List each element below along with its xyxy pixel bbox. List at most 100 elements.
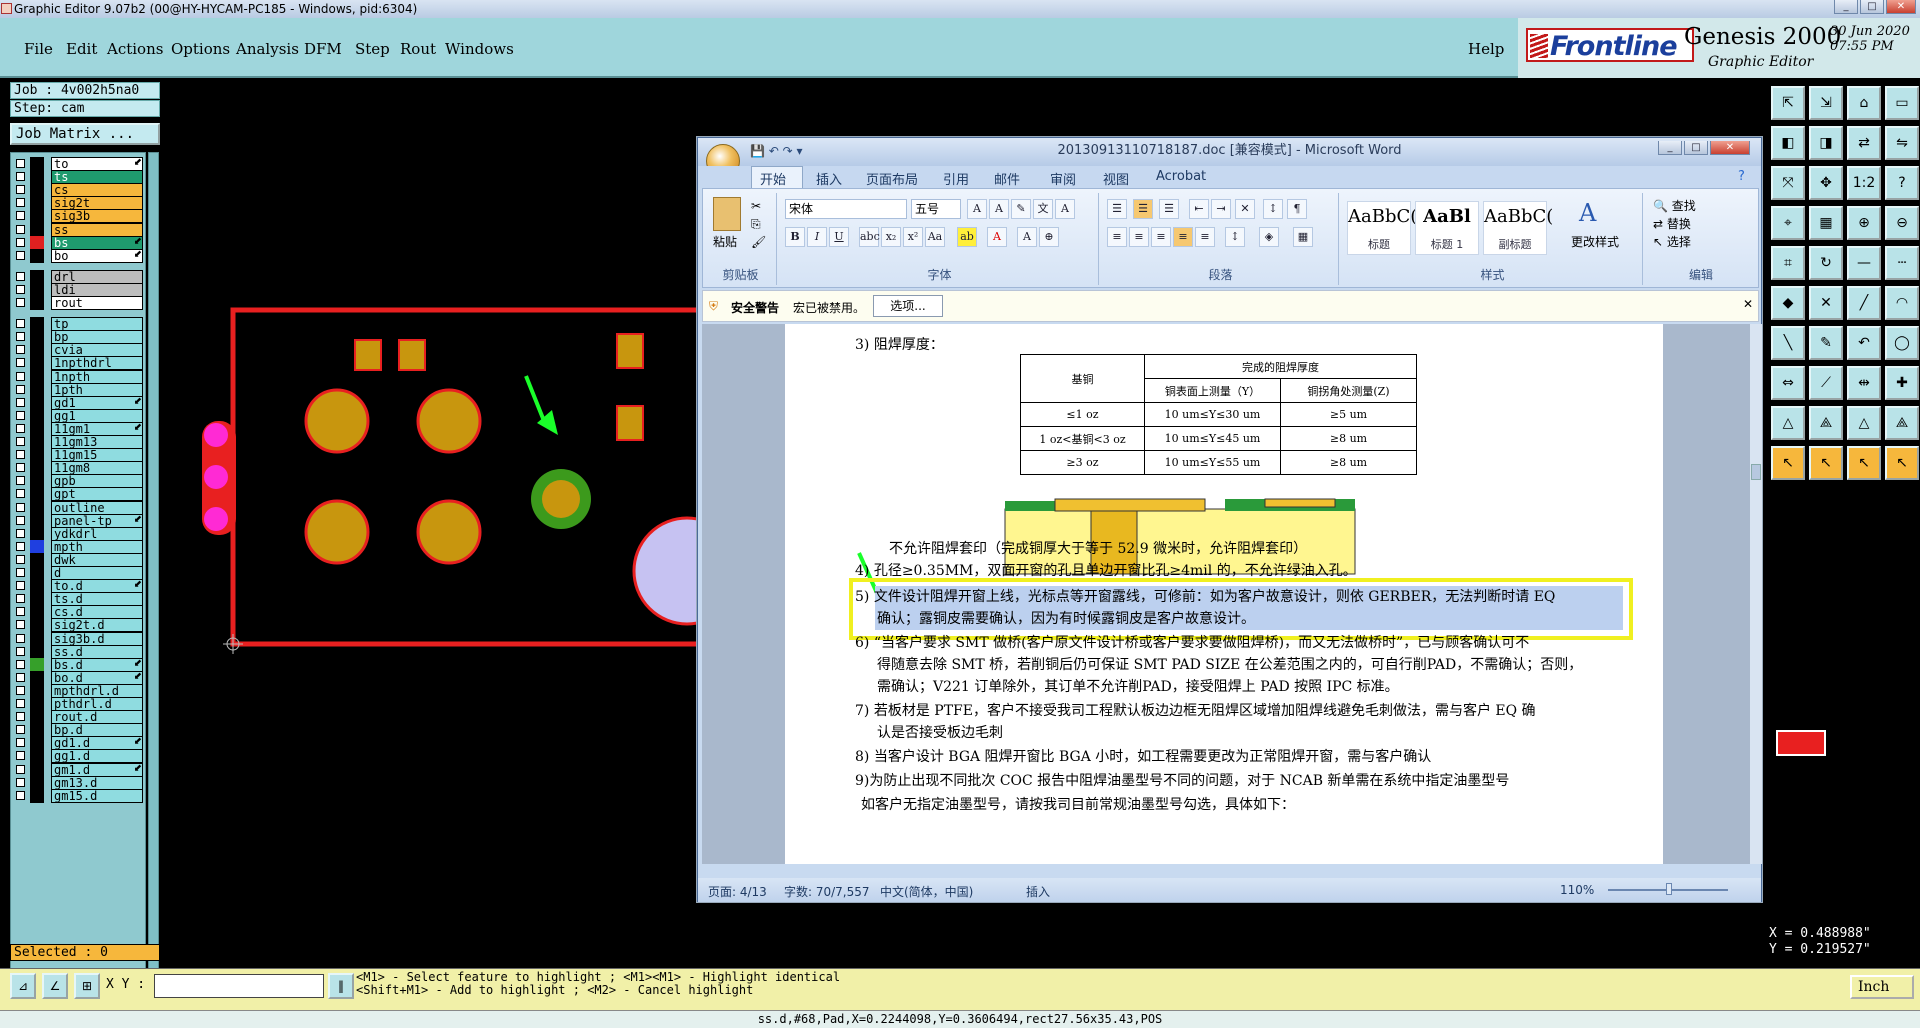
layer-name[interactable]: sig3b [51, 209, 143, 224]
layer-color-swatch[interactable] [30, 183, 44, 198]
arc-icon[interactable]: ◠ [1885, 286, 1919, 320]
layer-color-swatch[interactable] [30, 395, 44, 410]
find-button[interactable]: 🔍 查找 [1653, 197, 1696, 214]
rotate-icon[interactable]: ↻ [1809, 246, 1843, 280]
layer-checkbox[interactable] [16, 237, 25, 247]
layer-row[interactable]: mpthdrl.d [13, 683, 145, 698]
layer-row[interactable]: pthdrl.d [13, 697, 145, 711]
edit-line-icon[interactable]: ✎ [1809, 326, 1843, 360]
word-window[interactable]: 20130913110718187.doc [兼容模式] - Microsoft… [697, 137, 1762, 902]
layer-name[interactable]: sig2t.d [51, 618, 143, 633]
increase-indent-icon[interactable]: ⇥ [1211, 199, 1231, 219]
layer-color-swatch[interactable] [30, 343, 44, 358]
document-area[interactable]: 3) 阻焊厚度： 基铜 完成的阻焊厚度 铜表面上测量（Y） 铜拐角处测量(Z) … [702, 324, 1750, 864]
style-title[interactable]: AaBbC( 标题 [1347, 201, 1417, 255]
change-styles-button[interactable]: 更改样式 [1571, 233, 1619, 250]
tab-review[interactable]: 审阅 [1050, 169, 1076, 188]
layer-checkbox[interactable] [16, 738, 25, 748]
layer-row[interactable]: outline [13, 500, 145, 515]
swap-icon[interactable]: ⇄ [1847, 126, 1881, 160]
layer-checkbox[interactable] [16, 699, 25, 708]
delete-icon[interactable]: ✕ [1809, 286, 1843, 320]
layer-color-swatch[interactable] [30, 248, 44, 263]
layer-name[interactable]: ldi [51, 282, 143, 297]
layer-name[interactable]: 1npthdrl [51, 356, 143, 371]
dashed-icon[interactable]: ┄ [1885, 246, 1919, 280]
layer-color-swatch[interactable] [30, 657, 44, 672]
layer-name[interactable]: sig3b.d [51, 631, 143, 646]
layer-checkbox[interactable] [16, 198, 25, 208]
layer-name[interactable]: gd1.d [51, 736, 143, 751]
font-name-select[interactable]: 宋体 [785, 199, 907, 219]
layer-checkbox[interactable] [16, 298, 25, 307]
layer-row[interactable]: gm13.d [13, 775, 145, 790]
layer-row[interactable]: bp.d [13, 723, 145, 738]
smd-pad[interactable] [398, 339, 426, 371]
left-arrow-icon[interactable]: ◧ [1771, 126, 1805, 160]
clear-format-icon[interactable]: ✎ [1011, 199, 1031, 219]
shading-icon[interactable]: ◈ [1259, 227, 1279, 247]
layer-checkbox[interactable] [16, 284, 25, 294]
layer-color-swatch[interactable] [30, 408, 44, 423]
pointer-icon[interactable]: ↖ [1771, 446, 1805, 480]
layer-name[interactable]: ydkdrl [51, 526, 143, 541]
layer-color-swatch[interactable] [30, 566, 44, 580]
help-icon[interactable]: ? [1885, 166, 1919, 200]
show-marks-icon[interactable]: ¶ [1287, 199, 1307, 219]
layer-row[interactable]: cvia [13, 343, 145, 358]
layer-color-swatch[interactable] [30, 448, 44, 463]
layer-name[interactable]: ss.d [51, 644, 143, 659]
layer-checkbox[interactable] [16, 358, 25, 368]
layer-row[interactable]: mpth [13, 539, 145, 554]
layer-name[interactable]: ts [51, 170, 143, 185]
font-color-icon[interactable]: A [987, 227, 1007, 247]
layer-checkbox[interactable] [16, 332, 25, 342]
menu-edit[interactable]: Edit [66, 40, 97, 58]
align-center-icon[interactable]: ≡ [1129, 227, 1149, 247]
char-shading-icon[interactable]: A [1017, 227, 1037, 247]
layer-color-swatch[interactable] [30, 631, 44, 646]
layer-row[interactable]: gpt [13, 487, 145, 502]
round-pad[interactable] [304, 388, 370, 454]
layer-name[interactable]: bs [51, 235, 143, 250]
layer-color-swatch[interactable] [30, 500, 44, 515]
layer-color-swatch[interactable] [30, 618, 44, 633]
italic-icon[interactable]: I [807, 227, 827, 247]
grow-font-icon[interactable]: A [967, 199, 987, 219]
tab-view[interactable]: 视图 [1103, 169, 1129, 188]
justify-icon[interactable]: ≡ [1173, 227, 1193, 247]
units-select[interactable]: Inch [1850, 975, 1914, 999]
layer-row[interactable]: 11gm13 [13, 435, 145, 449]
word-close-button[interactable]: ✕ [1710, 141, 1750, 155]
line-icon[interactable]: ╱ [1847, 286, 1881, 320]
style-heading-1[interactable]: AaBl 标题 1 [1415, 201, 1479, 255]
layer-row[interactable]: bp [13, 330, 145, 345]
layer-row[interactable]: ydkdrl [13, 526, 145, 541]
layer-name[interactable]: panel-tp [51, 513, 143, 528]
layer-name[interactable]: to.d [51, 579, 143, 594]
layer-name[interactable]: 1npth [51, 369, 143, 384]
layer-row[interactable]: ts.d [13, 592, 145, 607]
layer-checkbox[interactable] [16, 159, 25, 168]
layer-color-swatch[interactable] [30, 513, 44, 528]
pointer-2-icon[interactable]: ↖ [1809, 446, 1843, 480]
menu-help[interactable]: Help [1468, 40, 1504, 58]
select-line-icon[interactable]: ⟋ [1809, 366, 1843, 400]
layer-name[interactable]: 1pth [51, 382, 143, 397]
layer-checkbox[interactable] [16, 712, 25, 722]
smd-pad[interactable] [354, 339, 382, 371]
quick-access-toolbar[interactable]: 💾 ↶ ↷ ▾ [750, 144, 803, 158]
layer-name[interactable]: gg1.d [51, 749, 143, 764]
layer-checkbox[interactable] [16, 528, 25, 538]
round-pad[interactable] [416, 499, 482, 565]
layer-name[interactable]: bp [51, 330, 143, 345]
layer-name[interactable]: ss [51, 222, 143, 237]
close-warning-icon[interactable]: ✕ [1743, 297, 1753, 311]
move-icon[interactable]: ✥ [1809, 166, 1843, 200]
layer-name[interactable]: dwk [51, 552, 143, 567]
menu-analysis[interactable]: Analysis [236, 40, 299, 58]
layer-row[interactable]: gg1.d [13, 749, 145, 764]
layer-row[interactable]: ldi [13, 282, 145, 297]
layer-row[interactable]: gm15.d [13, 788, 145, 803]
layer-row[interactable]: d [13, 566, 145, 580]
